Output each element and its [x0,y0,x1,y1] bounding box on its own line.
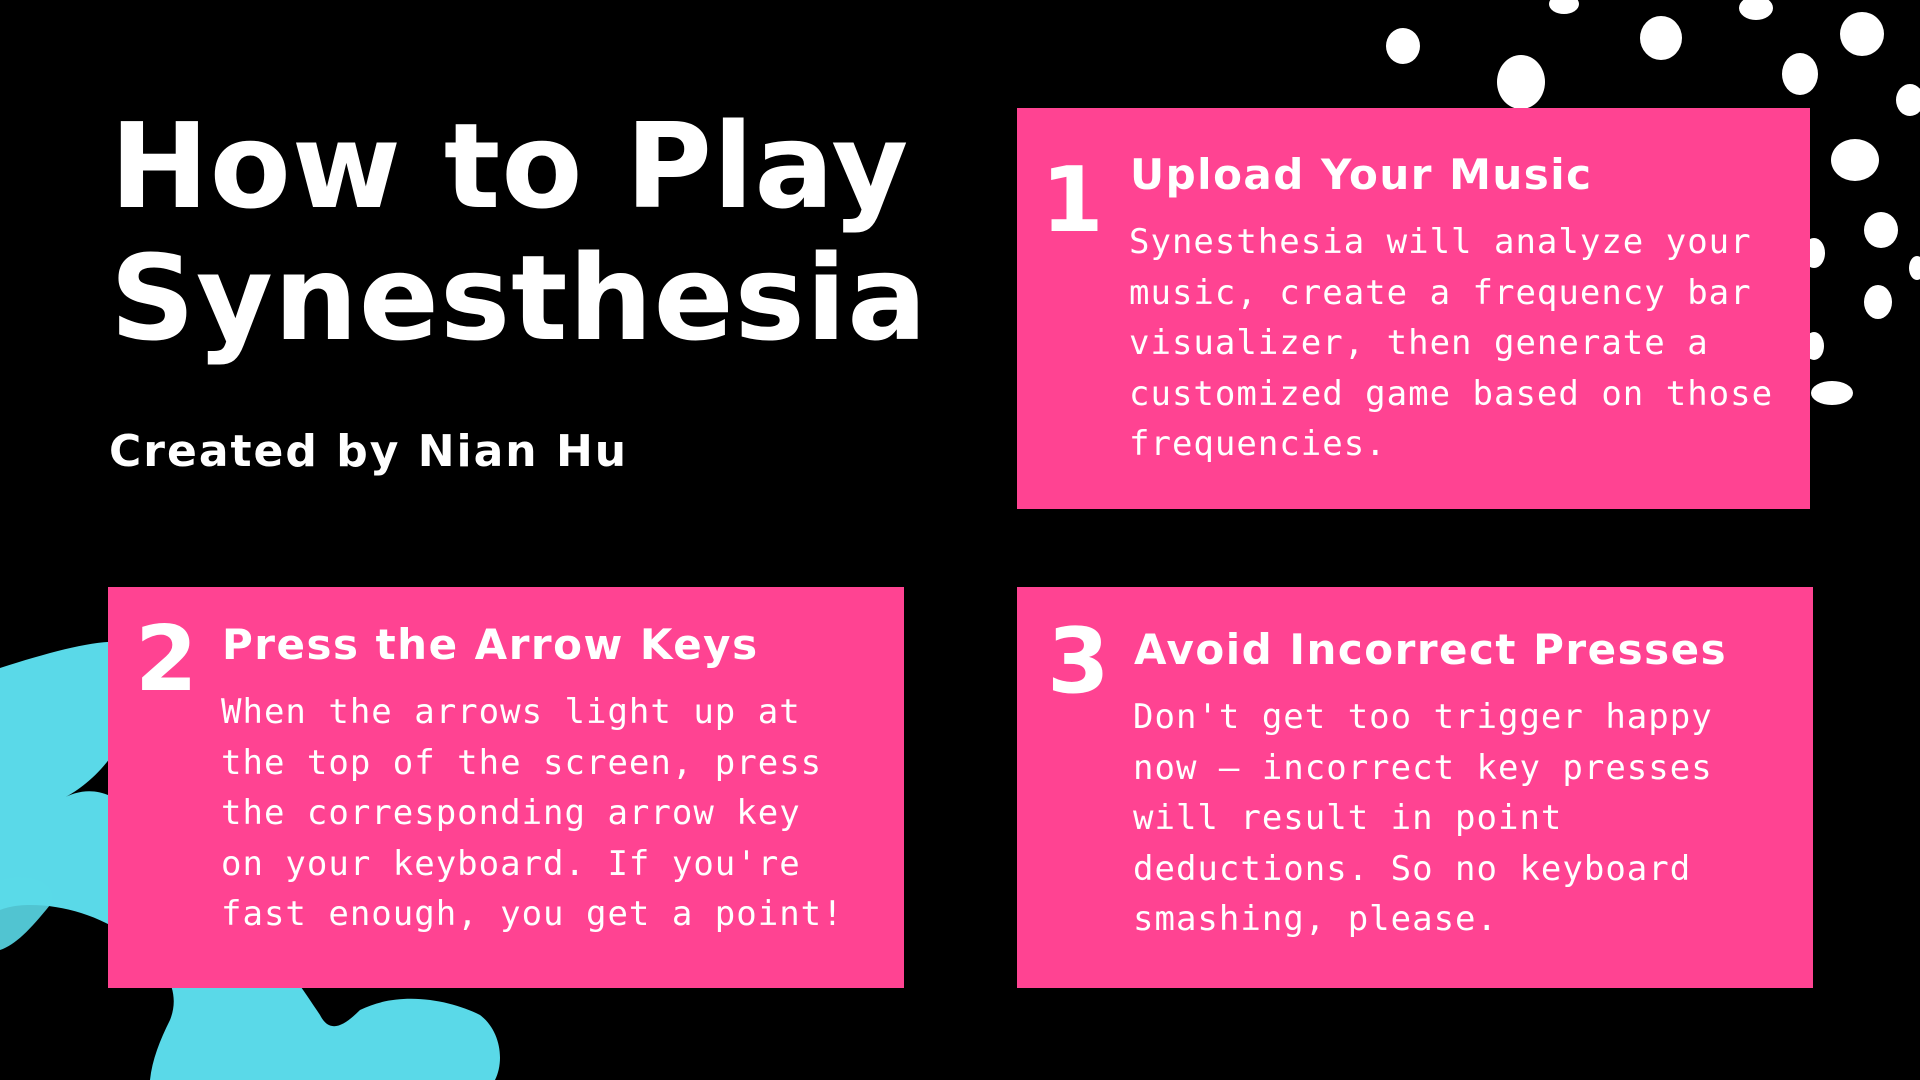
slide: How to Play Synesthesia Created by Nian … [0,0,1920,1080]
title-line-2: Synesthesia [110,229,928,367]
step-description-line: on your keyboard. If you're [221,843,801,884]
step-description-line: deductions. So no keyboard [1133,848,1692,889]
step-heading: Press the Arrow Keys [222,620,759,669]
step-number: 2 [135,607,198,712]
step-heading: Upload Your Music [1130,150,1593,199]
step-description-line: Synesthesia will analyze your [1129,222,1752,262]
step-number: 3 [1047,609,1110,714]
page-title: How to Play Synesthesia [110,100,928,364]
step-description: Synesthesia will analyze your music, cre… [1129,217,1773,470]
step-card-1: 1 Upload Your Music Synesthesia will ana… [1017,108,1810,509]
step-description-line: frequencies. [1129,424,1387,464]
step-description-line: visualizer, then generate a [1129,323,1709,363]
step-description-line: When the arrows light up at [221,692,801,732]
title-line-1: How to Play [110,97,910,235]
step-description-line: fast enough, you get a point! [221,894,844,934]
author-credit: Created by Nian Hu [109,426,629,477]
step-heading: Avoid Incorrect Presses [1134,625,1728,674]
step-description: Don't get too trigger happy now — incorr… [1133,692,1713,945]
step-description: When the arrows light up at the top of t… [221,687,844,940]
step-description-line: the top of the screen, press [221,742,823,783]
step-description-line: now — incorrect key presses [1133,747,1713,788]
step-description-line: customized game based on those [1129,373,1774,414]
step-description-line: Don't get too trigger happy [1133,697,1713,737]
step-description-line: the corresponding arrow key [221,793,801,833]
step-description-line: smashing, please. [1133,899,1498,939]
step-number: 1 [1041,148,1104,253]
step-card-2: 2 Press the Arrow Keys When the arrows l… [108,587,904,988]
step-description-line: music, create a frequency bar [1129,272,1752,313]
step-card-3: 3 Avoid Incorrect Presses Don't get too … [1017,587,1813,988]
step-description-line: will result in point [1133,798,1563,838]
